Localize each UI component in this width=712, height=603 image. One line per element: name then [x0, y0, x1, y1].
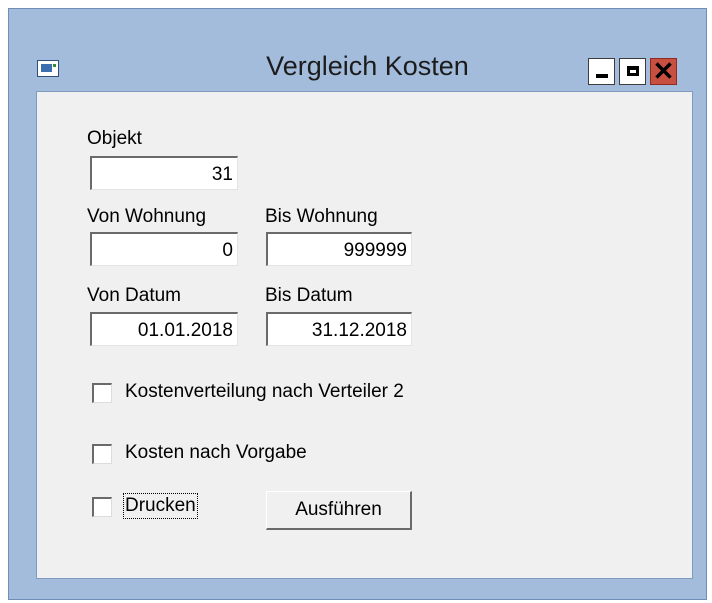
verteiler-label[interactable]: Kostenverteilung nach Verteiler 2 — [125, 381, 404, 403]
drucken-checkbox[interactable] — [92, 497, 112, 517]
dialog-window: Vergleich Kosten ✕ Objekt 31 Von Wohnung… — [8, 8, 707, 600]
minimize-button[interactable] — [588, 58, 615, 85]
vorgabe-checkbox[interactable] — [92, 444, 112, 464]
bis-wohnung-label: Bis Wohnung — [265, 206, 378, 227]
objekt-input[interactable]: 31 — [90, 156, 238, 190]
minimize-icon — [596, 74, 608, 78]
bis-datum-input[interactable]: 31.12.2018 — [266, 312, 412, 346]
dialog-body: Objekt 31 Von Wohnung Bis Wohnung 0 9999… — [36, 91, 693, 579]
close-icon: ✕ — [652, 56, 675, 86]
vorgabe-label[interactable]: Kosten nach Vorgabe — [125, 442, 307, 464]
von-datum-label: Von Datum — [87, 285, 181, 306]
von-datum-input[interactable]: 01.01.2018 — [90, 312, 238, 346]
maximize-button[interactable] — [619, 58, 646, 85]
maximize-icon — [627, 66, 639, 76]
von-wohnung-input[interactable]: 0 — [90, 232, 238, 266]
verteiler-checkbox[interactable] — [92, 383, 112, 403]
drucken-label[interactable]: Drucken — [123, 493, 198, 519]
ausfuehren-button[interactable]: Ausführen — [266, 491, 412, 530]
bis-datum-label: Bis Datum — [265, 285, 353, 306]
close-button[interactable]: ✕ — [650, 56, 677, 86]
title-bar[interactable]: Vergleich Kosten ✕ — [9, 9, 706, 89]
von-wohnung-label: Von Wohnung — [87, 206, 207, 227]
bis-wohnung-input[interactable]: 999999 — [266, 232, 412, 266]
objekt-label: Objekt — [87, 128, 142, 149]
